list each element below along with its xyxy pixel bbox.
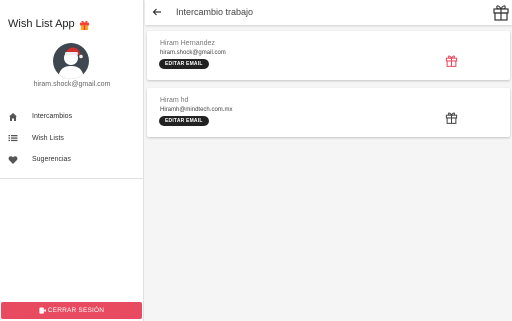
home-icon xyxy=(8,112,18,122)
participant-card: Hiram Hernandez hiram.shock@gmail.com ED… xyxy=(147,31,510,80)
app-title: Wish List App xyxy=(8,18,90,30)
edit-email-button[interactable]: EDITAR EMAIL xyxy=(159,116,209,126)
sidebar-item-sugerencias[interactable]: Sugerencias xyxy=(0,149,144,171)
sidebar-item-label: Intercambios xyxy=(32,113,73,121)
logout-icon xyxy=(39,307,46,314)
santa-hat-avatar-icon xyxy=(58,47,84,79)
sidebar-nav: Intercambios Wish Lists Sugerencias xyxy=(0,106,144,171)
sidebar: Wish List App hiram.shock@gmail.com Inte… xyxy=(0,0,144,321)
avatar xyxy=(53,43,89,79)
participant-name: Hiram Hernandez xyxy=(160,40,215,47)
logout-button[interactable]: CERRAR SESIÓN xyxy=(1,302,142,319)
sidebar-item-label: Sugerencias xyxy=(32,156,71,164)
sidebar-item-label: Wish Lists xyxy=(32,134,64,142)
arrow-left-icon xyxy=(152,8,161,16)
sidebar-divider xyxy=(0,178,144,179)
gift-icon[interactable] xyxy=(445,111,458,124)
app-title-text: Wish List App xyxy=(8,18,75,30)
back-button[interactable] xyxy=(151,5,163,19)
participant-email: Hiramh@mindtech.com.mx xyxy=(160,107,233,113)
participant-email: hiram.shock@gmail.com xyxy=(160,50,226,56)
gift-icon[interactable] xyxy=(492,3,510,21)
participant-name: Hiram hd xyxy=(160,97,189,104)
top-app-bar: Intercambio trabajo xyxy=(145,0,512,25)
user-email: hiram.shock@gmail.com xyxy=(33,81,111,88)
sidebar-item-wish-lists[interactable]: Wish Lists xyxy=(0,128,144,150)
gift-icon xyxy=(79,20,89,30)
logout-label: CERRAR SESIÓN xyxy=(47,307,105,314)
gift-icon[interactable] xyxy=(445,54,458,67)
sidebar-item-intercambios[interactable]: Intercambios xyxy=(0,106,144,128)
participant-card: Hiram hd Hiramh@mindtech.com.mx EDITAR E… xyxy=(147,88,510,137)
edit-email-button[interactable]: EDITAR EMAIL xyxy=(159,59,209,69)
heart-icon xyxy=(8,155,18,165)
page-title: Intercambio trabajo xyxy=(176,7,254,17)
list-icon xyxy=(8,133,18,143)
